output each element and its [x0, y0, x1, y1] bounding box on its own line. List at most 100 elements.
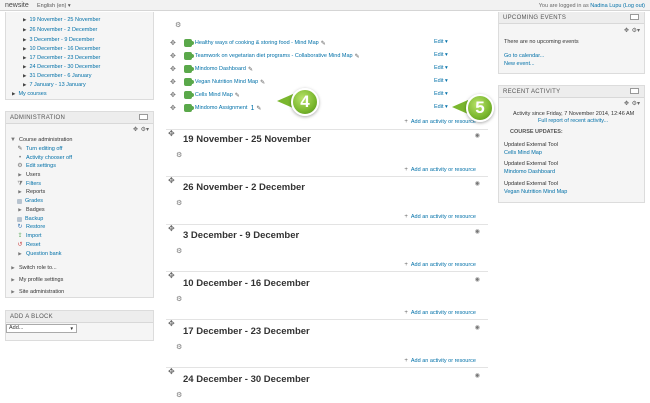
admin-item-edit-settings[interactable]: ⚙ Edit settings — [17, 163, 56, 169]
move-icon[interactable]: ✥ — [624, 100, 629, 107]
move-icon[interactable]: ✥ — [170, 52, 176, 60]
gear-icon[interactable]: ⚙▾ — [632, 27, 640, 34]
pencil-icon[interactable]: ✎ — [321, 40, 326, 47]
eye-icon[interactable]: ◉ — [475, 372, 480, 379]
edit-menu[interactable]: Edit ▾ — [434, 91, 448, 97]
dock-icon[interactable] — [630, 88, 639, 94]
update-item-link[interactable]: Mindomo Dashboard — [504, 169, 555, 175]
add-activity-link[interactable]: + Add an activity or resource — [404, 214, 476, 220]
admin-item-users[interactable]: ▶ Users — [17, 172, 40, 178]
nav-week-6[interactable]: ▶ 24 December - 30 December — [23, 64, 100, 70]
site-admin-node[interactable]: ▶ Site administration — [10, 289, 64, 295]
admin-item-reports[interactable]: ▶ Reports — [17, 189, 45, 195]
activity-row[interactable]: ✥ Mindomo Dashboard ✎ — [170, 65, 253, 73]
add-activity-link[interactable]: + Add an activity or resource — [404, 167, 476, 173]
eye-icon[interactable]: ◉ — [475, 132, 480, 139]
expand-triangle-icon: ▶ — [23, 17, 27, 22]
eye-icon[interactable]: ◉ — [475, 324, 480, 331]
update-item-link[interactable]: Cells Mind Map — [504, 150, 542, 156]
move-icon[interactable]: ✥ — [170, 91, 176, 99]
move-icon[interactable]: ✥ — [168, 176, 175, 185]
pencil-icon[interactable]: ✎ — [256, 105, 261, 112]
update-item-link[interactable]: Vegan Nutrition Mind Map — [504, 189, 567, 195]
move-icon[interactable]: ✥ — [170, 39, 176, 47]
admin-item-reset[interactable]: ↺ Reset — [17, 242, 40, 248]
nav-week-4[interactable]: ▶ 10 December - 16 December — [23, 46, 100, 52]
site-brand[interactable]: newsite — [5, 2, 29, 9]
admin-item-activity-chooser[interactable]: • Activity chooser off — [17, 155, 72, 161]
edit-menu[interactable]: Edit ▾ — [434, 39, 448, 45]
login-prefix: You are logged in as — [538, 2, 589, 9]
admin-item-turn-editing-off[interactable]: ✎ Turn editing off — [17, 146, 62, 152]
eye-icon[interactable]: ◉ — [475, 276, 480, 283]
gear-icon[interactable]: ⚙▾ — [141, 126, 149, 133]
mindomo-puzzle-icon — [183, 78, 194, 86]
admin-item-badges[interactable]: ▶ Badges — [17, 207, 44, 213]
add-activity-link[interactable]: + Add an activity or resource — [404, 262, 476, 268]
admin-item-grades[interactable]: Grades — [17, 198, 43, 204]
eye-icon[interactable]: ◉ — [475, 228, 480, 235]
nav-my-courses[interactable]: ▶ My courses — [12, 91, 47, 97]
activity-since-text: Activity since Friday, 7 November 2014, … — [513, 111, 635, 117]
dock-icon[interactable] — [139, 114, 148, 120]
activity-row[interactable]: ✥ Teamwork on vegetarian diet programs -… — [170, 52, 360, 60]
gear-icon[interactable]: ⚙ — [176, 151, 182, 159]
admin-item-backup[interactable]: Backup — [17, 216, 43, 222]
switch-role-node[interactable]: ▶ Switch role to... — [10, 265, 56, 271]
activity-row[interactable]: ✥ Vegan Nutrition Mind Map ✎ — [170, 78, 265, 86]
admin-item-restore[interactable]: ↻ Restore — [17, 224, 45, 230]
gear-icon[interactable]: ⚙▾ — [632, 100, 640, 107]
activity-row[interactable]: ✥ Healthy ways of cooking & storing food… — [170, 39, 326, 47]
add-activity-link[interactable]: + Add an activity or resource — [404, 119, 476, 125]
add-activity-link[interactable]: + Add an activity or resource — [404, 310, 476, 316]
admin-item-question-bank[interactable]: ▶ Question bank — [17, 251, 61, 257]
gear-icon[interactable]: ⚙ — [176, 295, 182, 303]
move-icon[interactable]: ✥ — [170, 65, 176, 73]
gear-icon[interactable]: ⚙ — [176, 343, 182, 351]
add-block-select[interactable]: Add... ▼ — [6, 324, 77, 333]
nav-week-7[interactable]: ▶ 31 December - 6 January — [23, 73, 92, 79]
move-icon[interactable]: ✥ — [170, 78, 176, 86]
pencil-icon[interactable]: ✎ — [260, 79, 265, 86]
profile-settings-node[interactable]: ▶ My profile settings — [10, 277, 63, 283]
move-icon[interactable]: ✥ — [168, 224, 175, 233]
admin-item-filters[interactable]: ⧩ Filters — [17, 181, 41, 187]
nav-week-5[interactable]: ▶ 17 December - 23 December — [23, 55, 100, 61]
gear-icon[interactable]: ⚙ — [176, 247, 182, 255]
pencil-icon[interactable]: ✎ — [355, 53, 360, 60]
go-to-calendar-link[interactable]: Go to calendar... — [504, 53, 544, 59]
nav-week-8[interactable]: ▶ 7 January - 13 January — [23, 82, 86, 88]
add-activity-link[interactable]: + Add an activity or resource — [404, 358, 476, 364]
gear-icon[interactable]: ⚙ — [176, 391, 182, 399]
edit-menu[interactable]: Edit ▾ — [434, 52, 448, 58]
dock-icon[interactable] — [630, 14, 639, 20]
logout-link[interactable]: (Log out) — [623, 3, 645, 9]
info-icon[interactable]: 1 — [250, 105, 254, 112]
move-icon[interactable]: ✥ — [624, 27, 629, 34]
admin-item-import[interactable]: ⇪ Import — [17, 233, 41, 239]
gear-icon[interactable]: ⚙ — [176, 199, 182, 207]
nav-week-3[interactable]: ▶ 3 December - 9 December — [23, 37, 94, 43]
username-link[interactable]: Nadina Lupu — [590, 3, 621, 9]
course-admin-node[interactable]: ▼ Course administration — [10, 137, 72, 143]
edit-menu[interactable]: Edit ▾ — [434, 65, 448, 71]
nav-week-2[interactable]: ▶ 26 November - 2 December — [23, 27, 97, 33]
nav-week-1[interactable]: ▶ 19 November - 25 November — [23, 17, 100, 23]
move-icon[interactable]: ✥ — [133, 126, 138, 133]
full-report-link[interactable]: Full report of recent activity... — [538, 118, 608, 124]
activity-row[interactable]: ✥ Cells Mind Map ✎ — [170, 91, 240, 99]
language-menu[interactable]: English (en) ▾ — [37, 3, 71, 9]
edit-menu[interactable]: Edit ▾ — [434, 78, 448, 84]
pencil-icon[interactable]: ✎ — [235, 92, 240, 99]
move-icon[interactable]: ✥ — [168, 129, 175, 138]
move-icon[interactable]: ✥ — [168, 367, 175, 376]
move-icon[interactable]: ✥ — [168, 271, 175, 280]
activity-row[interactable]: ✥ Mindomo Assignment 1 ✎ — [170, 104, 261, 112]
new-event-link[interactable]: New event... — [504, 61, 535, 67]
move-icon[interactable]: ✥ — [170, 104, 176, 112]
move-icon[interactable]: ✥ — [168, 319, 175, 328]
pencil-icon[interactable]: ✎ — [248, 66, 253, 73]
edit-menu[interactable]: Edit ▾ — [434, 104, 448, 110]
eye-icon[interactable]: ◉ — [475, 180, 480, 187]
gear-icon[interactable]: ⚙ — [175, 21, 181, 29]
